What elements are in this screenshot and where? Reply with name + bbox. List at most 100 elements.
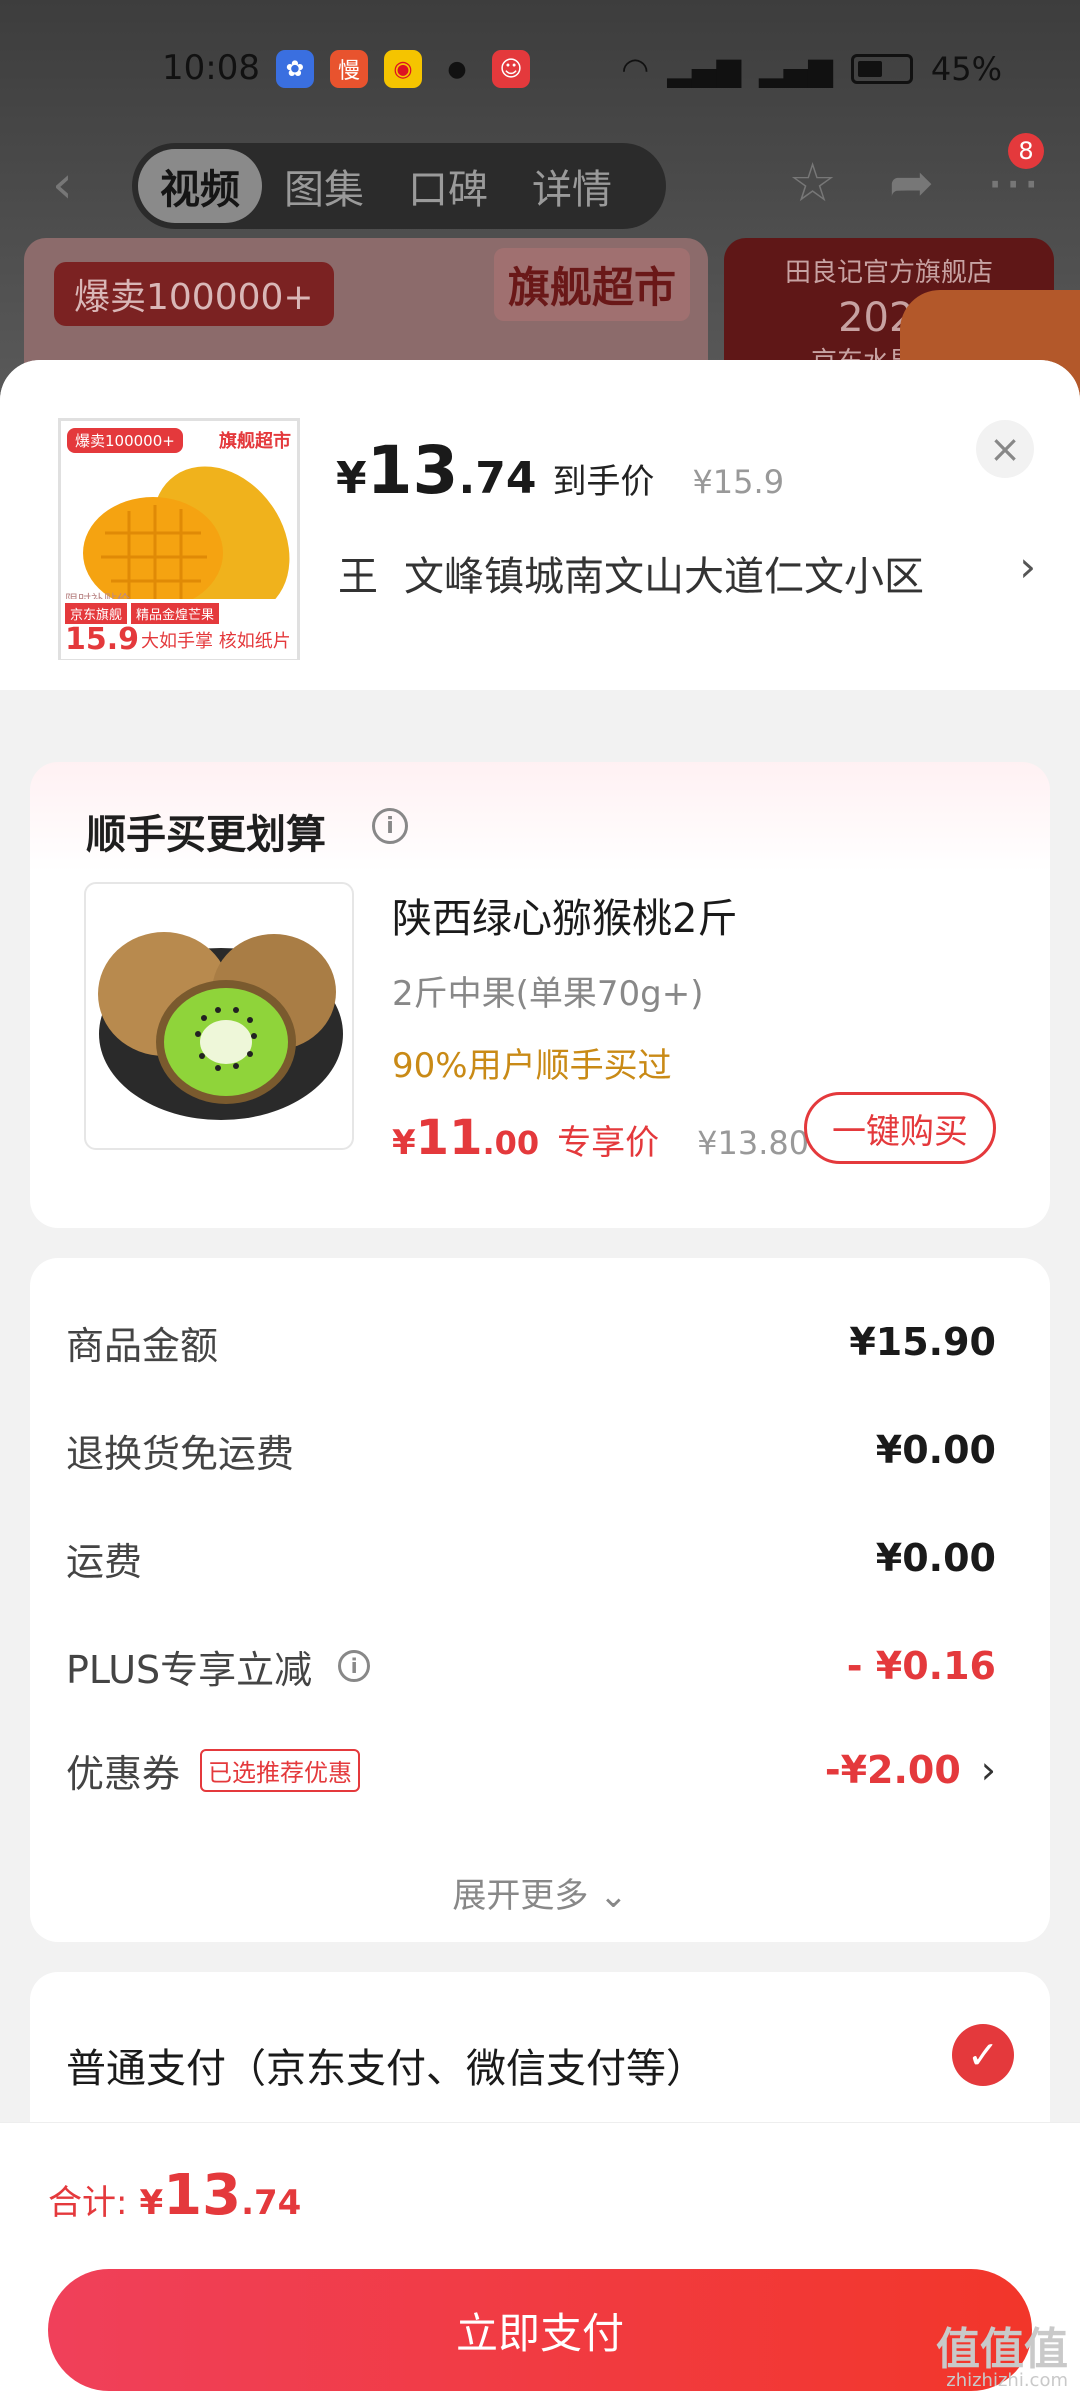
checkout-sheet: 爆卖100000+ 旗舰超市 限时补贴价 京东旗舰 精品金煌芒果 15.9 大如… xyxy=(0,360,1080,2400)
info-icon[interactable]: i xyxy=(372,808,408,844)
product-nav: ‹ 视频 图集 口碑 详情 ☆ ➦ ⋯ 8 xyxy=(0,133,1080,229)
address-text: 文峰镇城南文山大道仁文小区 xyxy=(404,554,924,600)
thumb-badge: 爆卖100000+ xyxy=(67,427,183,453)
summary-row-shipping: 运费 ¥0.00 xyxy=(66,1528,996,1588)
price-integer: 13 xyxy=(366,432,459,509)
bundle-price-currency: ¥ xyxy=(392,1123,416,1163)
summary-label-wrap: PLUS专享立减 i xyxy=(66,1639,371,1694)
pay-now-button[interactable]: 立即支付 xyxy=(48,2269,1032,2391)
bundle-price: ¥ 11 .00 专享价 ¥13.80 xyxy=(392,1110,809,1166)
message-badge: 8 xyxy=(1008,133,1044,169)
thumb-strip-item: 精品金煌芒果 xyxy=(131,603,220,624)
product-tabs: 视频 图集 口碑 详情 xyxy=(132,143,666,229)
tab-details[interactable]: 详情 xyxy=(510,149,634,223)
price-currency: ¥ xyxy=(336,453,367,504)
wechat-icon: ● xyxy=(447,56,467,82)
back-icon[interactable]: ‹ xyxy=(52,155,73,215)
header-card-edge xyxy=(30,660,1050,690)
watermark-text: 值值值 xyxy=(936,2324,1068,2375)
battery-icon xyxy=(850,54,913,84)
status-indicators: ◠ ▂▄▆ ▂▄▆ 45% xyxy=(621,50,1002,88)
bundle-title: 顺手买更划算 xyxy=(86,812,326,858)
total-currency: ¥ xyxy=(139,2183,164,2223)
checkout-bottom-bar: 合计: ¥ 13 .74 立即支付 值值值 zhizhizhi.com xyxy=(0,2122,1080,2400)
status-time: 10:08 xyxy=(162,48,260,88)
close-icon[interactable]: × xyxy=(976,420,1034,478)
thumb-footer: 京东旗舰 精品金煌芒果 15.9 大如手掌 核如纸片 xyxy=(61,599,297,659)
watermark-url: zhizhizhi.com xyxy=(946,2370,1068,2391)
expand-label: 展开更多 xyxy=(452,1876,589,1916)
bundle-item-spec: 2斤中果(单果70g+) xyxy=(392,974,704,1014)
store-name: 田良记官方旗舰店 xyxy=(784,258,993,288)
thumb-slogan: 大如手掌 核如纸片 xyxy=(141,631,291,652)
bundle-item-name[interactable]: 陕西绿心猕猴桃2斤 xyxy=(392,886,737,944)
total-integer: 13 xyxy=(163,2163,242,2228)
bundle-social-proof: 90%用户顺手买过 xyxy=(392,1046,672,1086)
order-total: 合计: ¥ 13 .74 xyxy=(48,2163,301,2228)
bundle-price-decimal: .00 xyxy=(482,1124,540,1162)
summary-value: -¥2.00 xyxy=(824,1748,961,1792)
kiwi-image[interactable] xyxy=(84,882,354,1150)
summary-value: - ¥0.16 xyxy=(846,1644,996,1688)
summary-value: ¥0.00 xyxy=(875,1428,996,1472)
bundle-price-label: 专享价 xyxy=(557,1123,660,1163)
total-decimal: .74 xyxy=(241,2183,302,2223)
summary-label: 商品金额 xyxy=(66,1323,219,1368)
summary-label: PLUS专享立减 xyxy=(66,1647,313,1692)
summary-label-wrap: 优惠券 已选推荐优惠 xyxy=(66,1743,361,1798)
total-label: 合计: xyxy=(48,2183,128,2223)
price-summary-card: 商品金额 ¥15.90 退换货免运费 ¥0.00 运费 ¥0.00 PLUS专享… xyxy=(30,1258,1050,1942)
battery-level: 45% xyxy=(930,50,1002,88)
info-icon[interactable]: i xyxy=(338,1650,371,1682)
summary-row-coupon[interactable]: 优惠券 已选推荐优惠 -¥2.00 › xyxy=(66,1740,996,1800)
coupon-tag: 已选推荐优惠 xyxy=(200,1748,361,1792)
coupon-value-wrap: -¥2.00 › xyxy=(825,1748,996,1792)
nav-actions: ☆ ➦ ⋯ xyxy=(788,151,1040,214)
signal-icon-2: ▂▄▆ xyxy=(759,50,833,88)
summary-row-goods: 商品金额 ¥15.90 xyxy=(66,1312,996,1372)
jd-icon: ☺ xyxy=(492,50,530,88)
tab-gallery[interactable]: 图集 xyxy=(262,149,386,223)
delivery-address[interactable]: 王 文峰镇城南文山大道仁文小区 xyxy=(338,544,924,602)
weibo-icon: ◉ xyxy=(384,50,422,88)
thumb-strip: 京东旗舰 精品金煌芒果 xyxy=(65,603,220,624)
share-icon[interactable]: ➦ xyxy=(889,151,934,214)
one-click-buy-button[interactable]: 一键购买 xyxy=(804,1092,996,1164)
payment-method-label: 普通支付（京东支付、微信支付等） xyxy=(66,2046,706,2092)
summary-label: 退换货免运费 xyxy=(66,1431,295,1476)
summary-label: 优惠券 xyxy=(66,1751,181,1796)
chevron-right-icon[interactable]: › xyxy=(1019,542,1036,591)
thumb-price: 15.9 xyxy=(65,622,140,657)
original-price: ¥15.9 xyxy=(692,463,785,501)
banner-sold: 爆卖100000+ xyxy=(54,262,334,326)
price-decimal: .74 xyxy=(458,453,537,504)
price-label: 到手价 xyxy=(552,462,655,502)
summary-value: ¥0.00 xyxy=(875,1536,996,1580)
baidu-icon: ✿ xyxy=(276,50,314,88)
summary-row-plus-discount: PLUS专享立减 i - ¥0.16 xyxy=(66,1636,996,1696)
thumb-strip-item: 京东旗舰 xyxy=(65,603,128,624)
recipient-name: 王 xyxy=(338,554,378,600)
kiwi-illustration xyxy=(98,932,343,1120)
thumb-header: 爆卖100000+ 旗舰超市 xyxy=(61,421,297,459)
notification-icons: ✿ 慢 ◉ ● ☺ xyxy=(276,50,530,88)
bundle-offer-card: 顺手买更划算 i 陕西绿心猕猴桃2斤 2斤中果(单果70g+) 90%用户顺手买… xyxy=(30,762,1050,1228)
thumb-flag: 旗舰超市 xyxy=(219,431,291,452)
chevron-down-icon: ⌄ xyxy=(599,1876,628,1916)
summary-row-return-shipping: 退换货免运费 ¥0.00 xyxy=(66,1420,996,1480)
tab-reviews[interactable]: 口碑 xyxy=(386,149,510,223)
product-thumbnail: 爆卖100000+ 旗舰超市 限时补贴价 京东旗舰 精品金煌芒果 15.9 大如… xyxy=(58,418,300,662)
status-bar: 10:08 ✿ 慢 ◉ ● ☺ ◠ ▂▄▆ ▂▄▆ 45% xyxy=(0,38,1080,108)
sheet-header: 爆卖100000+ 旗舰超市 限时补贴价 京东旗舰 精品金煌芒果 15.9 大如… xyxy=(0,360,1080,690)
wifi-icon: ◠ xyxy=(621,50,650,88)
banner-flag: 旗舰超市 xyxy=(493,248,690,321)
watermark: 值值值 zhizhizhi.com xyxy=(936,2328,1068,2390)
tab-video[interactable]: 视频 xyxy=(138,149,262,223)
expand-more-button[interactable]: 展开更多 ⌄ xyxy=(30,1868,1050,1917)
chevron-right-icon[interactable]: › xyxy=(981,1748,996,1792)
bundle-original-price: ¥13.80 xyxy=(697,1124,810,1162)
check-icon[interactable]: ✓ xyxy=(952,2024,1014,2086)
final-price: ¥ 13 .74 到手价 ¥15.9 xyxy=(336,432,784,509)
star-icon[interactable]: ☆ xyxy=(788,151,836,214)
product-page-backdrop: 10:08 ✿ 慢 ◉ ● ☺ ◠ ▂▄▆ ▂▄▆ 45% ‹ 视频 图集 口碑… xyxy=(0,0,1080,420)
